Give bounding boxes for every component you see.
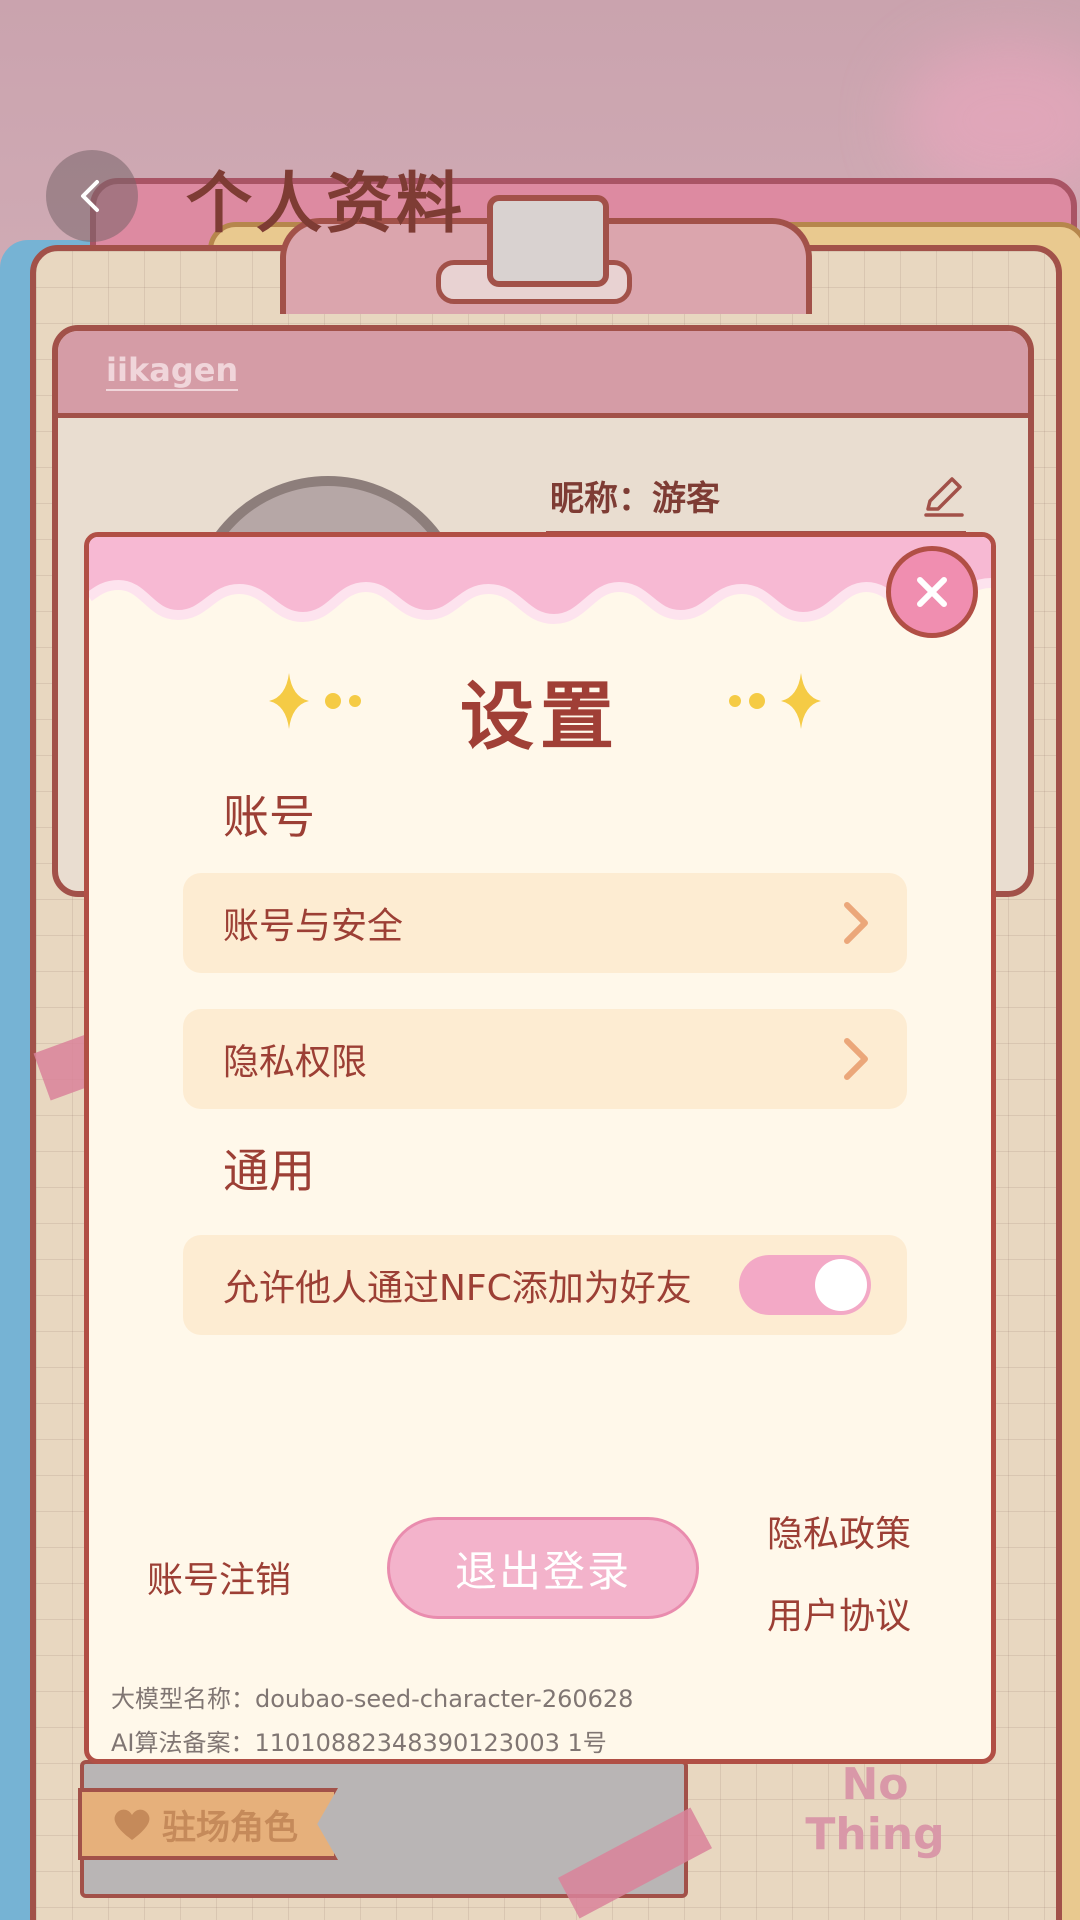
nfc-friend-row: 允许他人通过NFC添加为好友	[183, 1235, 907, 1335]
logout-button[interactable]: 退出登录	[387, 1517, 699, 1619]
toggle-knob	[815, 1259, 867, 1311]
account-security-label: 账号与安全	[223, 906, 404, 947]
account-security-row[interactable]: 账号与安全	[183, 873, 907, 973]
settings-title: 设置	[460, 674, 620, 760]
privacy-permissions-label: 隐私权限	[223, 1042, 368, 1083]
sparkle-right-icon	[729, 673, 821, 729]
chevron-right-icon	[844, 902, 868, 944]
close-button[interactable]	[886, 546, 978, 638]
privacy-policy-link[interactable]: 隐私政策	[767, 1505, 911, 1557]
algorithm-record-text: AI算法备案：11010882348390123003 1号	[111, 1729, 607, 1757]
nfc-friend-toggle[interactable]	[739, 1255, 871, 1315]
account-cancel-link[interactable]: 账号注销	[147, 1551, 291, 1603]
section-title-account: 账号	[223, 790, 315, 844]
privacy-permissions-row[interactable]: 隐私权限	[183, 1009, 907, 1109]
model-name-text: 大模型名称：doubao-seed-character-260628	[111, 1685, 634, 1713]
nfc-friend-label: 允许他人通过NFC添加为好友	[223, 1268, 692, 1309]
close-icon	[917, 577, 947, 607]
settings-dialog: 设置 账号 账号与安全 隐私权限 通用 允许他人通过NFC添加为好友 账号注销 …	[84, 532, 996, 1764]
pink-drip-decoration	[89, 537, 991, 625]
user-agreement-link[interactable]: 用户协议	[767, 1587, 911, 1639]
chevron-right-icon	[844, 1038, 868, 1080]
section-title-general: 通用	[223, 1144, 315, 1198]
